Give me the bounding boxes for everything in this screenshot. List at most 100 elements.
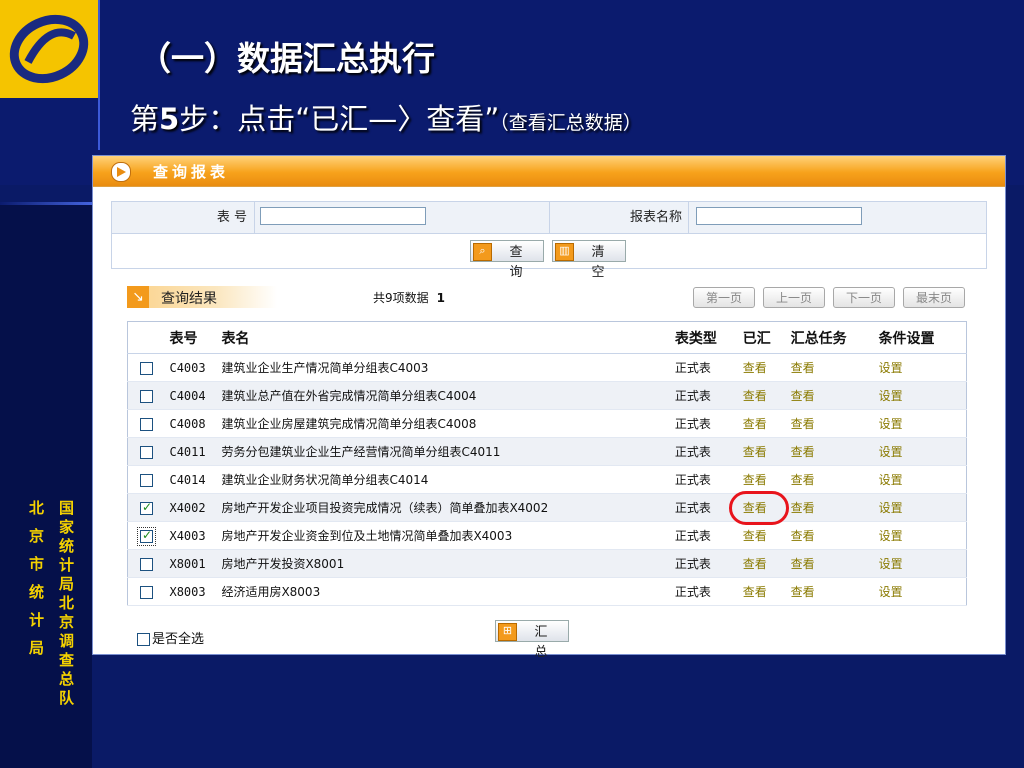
setting-link[interactable]: 设置	[879, 445, 903, 459]
select-all-checkbox[interactable]	[137, 633, 150, 646]
setting-link[interactable]: 设置	[879, 361, 903, 375]
row-select-cell	[127, 549, 170, 578]
header-code: 表号	[169, 321, 222, 354]
row-name: 房地产开发企业资金到位及土地情况简单叠加表X4003	[221, 521, 675, 550]
arrow-right-icon	[111, 162, 131, 182]
summed-view-link[interactable]: 查看	[743, 389, 767, 403]
setting-link[interactable]: 设置	[879, 473, 903, 487]
search-icon: ⌕	[473, 243, 492, 261]
row-name: 经济适用房X8003	[221, 577, 675, 606]
setting-link[interactable]: 设置	[879, 557, 903, 571]
task-view-link[interactable]: 查看	[791, 361, 815, 375]
table-row: X8001 房地产开发投资X8001 正式表 查看 查看 设置	[127, 549, 967, 578]
clear-button[interactable]: ▥ 清 空	[552, 240, 626, 279]
task-view-link[interactable]: 查看	[791, 417, 815, 431]
row-name: 建筑业企业生产情况简单分组表C4003	[221, 353, 675, 382]
row-name: 建筑业企业财务状况简单分组表C4014	[221, 465, 675, 494]
report-table: 表号 表名 表类型 已汇 汇总任务 条件设置 C4003 建筑业企业生产情况简单分…	[127, 321, 967, 606]
row-code: X8003	[169, 577, 222, 606]
logo-icon	[9, 14, 89, 84]
table-row: X8003 经济适用房X8003 正式表 查看 查看 设置	[127, 577, 967, 606]
row-name: 房地产开发企业项目投资完成情况（续表）简单叠加表X4002	[221, 493, 675, 522]
table-row: C4011 劳务分包建筑业企业生产经营情况简单分组表C4011 正式表 查看 查看 设置	[127, 437, 967, 466]
step-text: 步：点击“已汇—〉查看”	[179, 102, 500, 136]
report-code-input[interactable]	[260, 207, 426, 225]
row-name: 建筑业总产值在外省完成情况简单分组表C4004	[221, 381, 675, 410]
header-checkbox	[127, 321, 170, 354]
row-select-cell	[127, 465, 170, 494]
summed-view-link[interactable]: 查看	[743, 557, 767, 571]
setting-link[interactable]: 设置	[879, 501, 903, 515]
next-page-button[interactable]: 下一页	[833, 287, 895, 308]
search-button[interactable]: ⌕ 查 询	[470, 240, 544, 279]
setting-link[interactable]: 设置	[879, 585, 903, 599]
report-name-label: 报表名称	[629, 210, 682, 225]
summed-view-link[interactable]: 查看	[743, 417, 767, 431]
summed-view-link[interactable]: 查看	[743, 361, 767, 375]
task-view-link[interactable]: 查看	[791, 389, 815, 403]
window-title: 查询报表	[153, 163, 230, 181]
row-checkbox[interactable]	[140, 417, 153, 431]
task-view-link[interactable]: 查看	[791, 445, 815, 459]
header-task: 汇总任务	[790, 321, 879, 354]
summary-icon: ⊞	[498, 623, 517, 641]
select-all-label: 是否全选	[152, 632, 205, 647]
cell-divider	[549, 202, 550, 233]
task-view-link[interactable]: 查看	[791, 473, 815, 487]
row-select-cell	[127, 521, 170, 550]
side-panel	[0, 205, 92, 768]
row-code: X4002	[169, 493, 222, 522]
row-name: 劳务分包建筑业企业生产经营情况简单分组表C4011	[221, 437, 675, 466]
summed-view-link[interactable]: 查看	[743, 585, 767, 599]
row-checkbox[interactable]	[140, 389, 153, 403]
row-code: C4011	[169, 437, 222, 466]
row-select-cell	[127, 409, 170, 438]
row-type: 正式表	[674, 437, 743, 466]
row-select-cell	[127, 437, 170, 466]
setting-link[interactable]: 设置	[879, 529, 903, 543]
slide-title: （一）数据汇总执行	[138, 39, 435, 78]
task-view-link[interactable]: 查看	[791, 557, 815, 571]
row-name: 房地产开发投资X8001	[221, 549, 675, 578]
task-view-link[interactable]: 查看	[791, 585, 815, 599]
row-type: 正式表	[674, 381, 743, 410]
task-view-link[interactable]: 查看	[791, 501, 815, 515]
summary-button[interactable]: ⊞ 汇 总	[495, 620, 569, 659]
row-checkbox[interactable]	[140, 361, 153, 375]
step-note: （查看汇总数据）	[499, 112, 642, 134]
result-count: 共9项数据 1	[373, 289, 445, 306]
summary-button-label: 汇 总	[534, 624, 554, 659]
last-page-button[interactable]: 最末页	[903, 287, 965, 308]
first-page-button[interactable]: 第一页	[693, 287, 755, 308]
row-checkbox[interactable]	[137, 526, 156, 546]
row-checkbox[interactable]	[140, 445, 153, 459]
header-name: 表名	[221, 321, 675, 354]
table-header-row: 表号 表名 表类型 已汇 汇总任务 条件设置	[127, 321, 967, 354]
task-view-link[interactable]: 查看	[791, 529, 815, 543]
setting-link[interactable]: 设置	[879, 389, 903, 403]
setting-link[interactable]: 设置	[879, 417, 903, 431]
side-org-label-2: 北京市统计局	[27, 500, 45, 668]
summed-view-link[interactable]: 查看	[743, 473, 767, 487]
summed-view-link[interactable]: 查看	[743, 529, 767, 543]
arrow-down-right-icon: ↘	[127, 286, 149, 308]
row-type: 正式表	[674, 577, 743, 606]
row-checkbox[interactable]	[140, 557, 153, 571]
query-results-label: 查询结果	[161, 291, 217, 307]
summed-view-link[interactable]: 查看	[743, 445, 767, 459]
select-all[interactable]: 是否全选	[137, 628, 204, 647]
table-row: X4003房地产开发企业资金到位及土地情况简单叠加表X4003正式表查看查看设置	[127, 521, 967, 550]
row-checkbox[interactable]	[140, 473, 153, 487]
cell-divider	[254, 202, 255, 233]
row-select-cell	[127, 577, 170, 606]
table-row: C4014 建筑业企业财务状况简单分组表C4014 正式表 查看 查看 设置	[127, 465, 967, 494]
highlight-circle	[729, 491, 789, 525]
search-button-label: 查 询	[509, 244, 529, 279]
row-checkbox[interactable]	[140, 585, 153, 599]
report-name-input[interactable]	[696, 207, 862, 225]
row-code: C4003	[169, 353, 222, 382]
row-checkbox[interactable]	[140, 500, 153, 515]
step-prefix: 第	[130, 102, 160, 136]
prev-page-button[interactable]: 上一页	[763, 287, 825, 308]
divider-horizontal	[0, 202, 100, 205]
